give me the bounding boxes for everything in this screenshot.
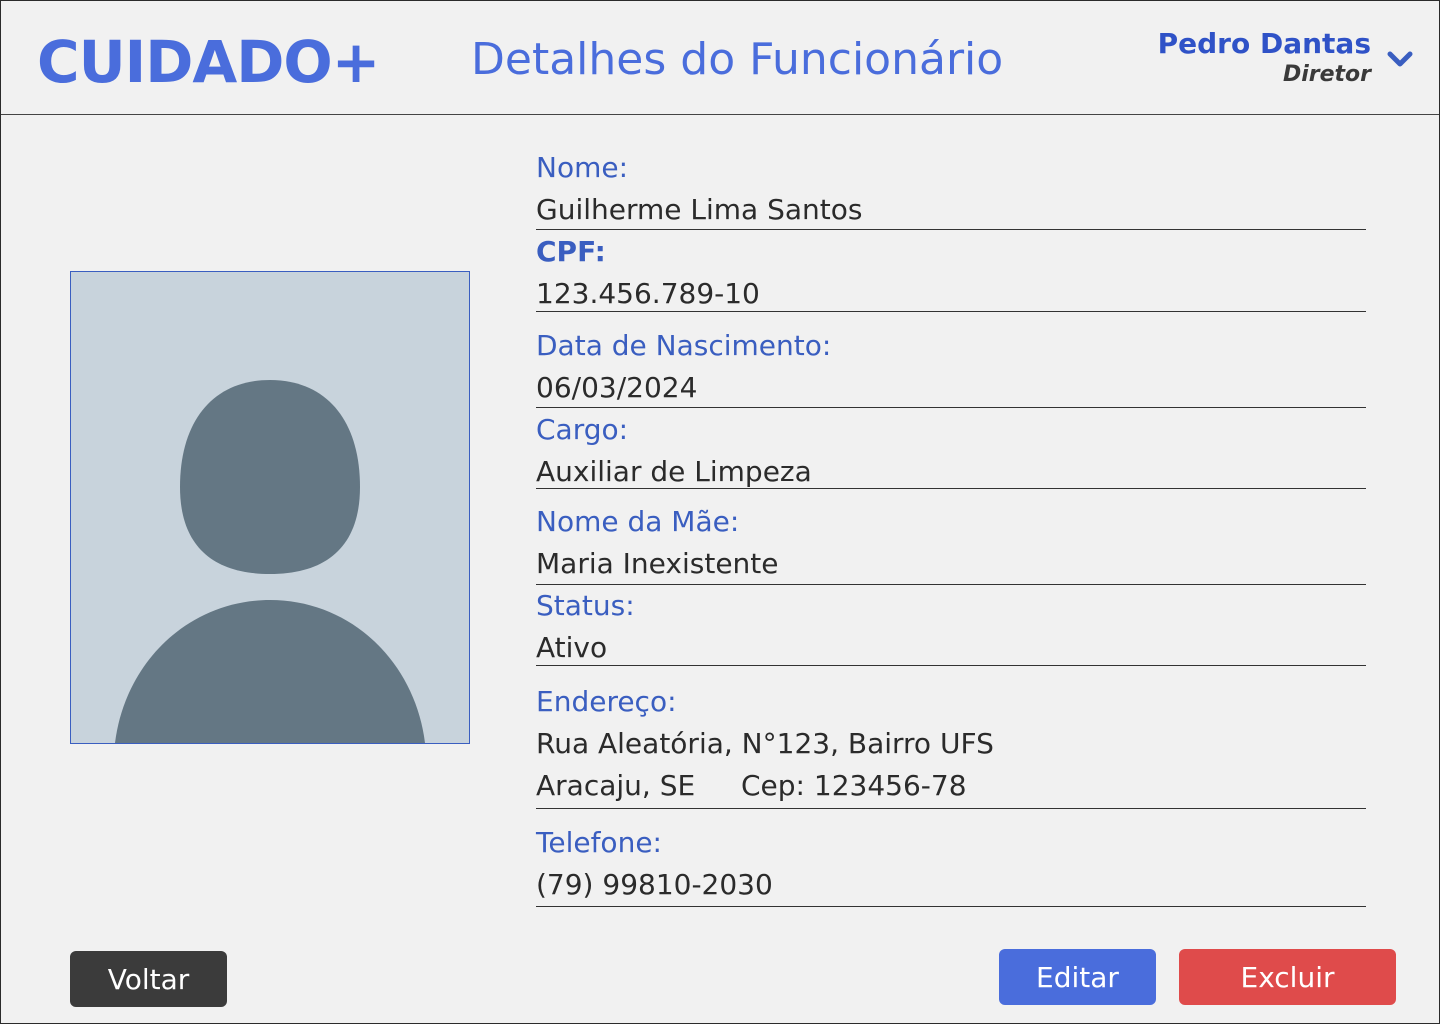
address-cep: Cep: 123456-78 (741, 769, 967, 802)
field-label: Status: (536, 589, 635, 622)
header-divider (1, 114, 1439, 115)
employee-photo (70, 271, 470, 744)
field-value: Ativo (536, 631, 608, 664)
field-label: Nome da Mãe: (536, 505, 740, 538)
field-label: CPF: (536, 235, 606, 268)
field-label: Cargo: (536, 413, 629, 446)
field-value: (79) 99810-2030 (536, 868, 773, 901)
user-menu[interactable]: Pedro Dantas Diretor (1158, 27, 1371, 89)
back-button[interactable]: Voltar (70, 951, 227, 1007)
user-role: Diretor (1282, 62, 1371, 87)
edit-button[interactable]: Editar (999, 949, 1156, 1005)
chevron-down-icon[interactable] (1387, 49, 1413, 69)
field-underline (536, 488, 1366, 489)
field-underline (536, 584, 1366, 585)
field-label: Telefone: (536, 826, 662, 859)
avatar-placeholder-icon (115, 380, 425, 743)
field-value: 06/03/2024 (536, 371, 698, 404)
field-label: Data de Nascimento: (536, 329, 832, 362)
header: CUIDADO+ Detalhes do Funcionário Pedro D… (1, 1, 1439, 114)
field-underline (536, 311, 1366, 312)
field-value: 123.456.789-10 (536, 277, 760, 310)
field-underline (536, 906, 1366, 907)
field-label: Nome: (536, 151, 629, 184)
field-underline (536, 229, 1366, 230)
employee-details-window: CUIDADO+ Detalhes do Funcionário Pedro D… (0, 0, 1440, 1024)
field-underline (536, 808, 1366, 809)
field-label: Endereço: (536, 685, 677, 718)
field-underline (536, 665, 1366, 666)
page-title: Detalhes do Funcionário (471, 34, 1004, 85)
address-line: Rua Aleatória, N°123, Bairro UFS (536, 727, 994, 760)
app-logo[interactable]: CUIDADO+ (37, 29, 380, 95)
user-name[interactable]: Pedro Dantas (1158, 27, 1371, 61)
field-value: Guilherme Lima Santos (536, 193, 863, 226)
field-underline (536, 407, 1366, 408)
field-value: Auxiliar de Limpeza (536, 455, 812, 488)
field-value: Maria Inexistente (536, 547, 779, 580)
address-city: Aracaju, SE (536, 769, 696, 802)
delete-button[interactable]: Excluir (1179, 949, 1396, 1005)
